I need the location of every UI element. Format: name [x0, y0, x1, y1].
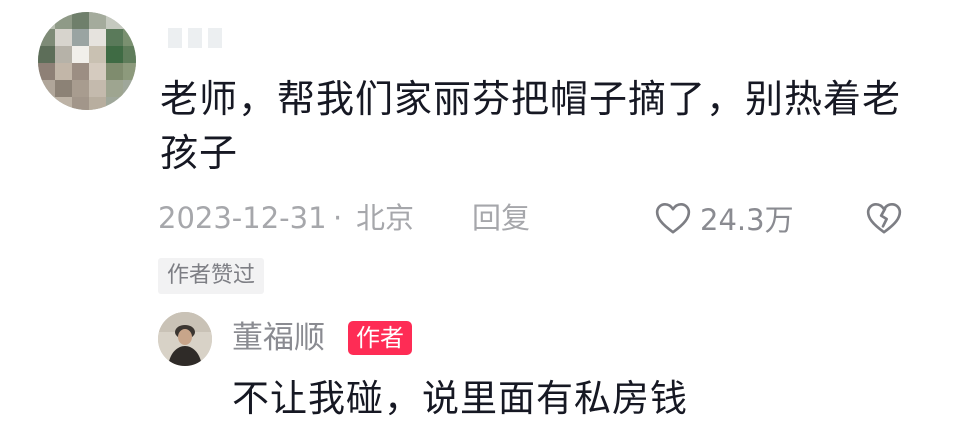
comment-date: 2023-12-31 [158, 201, 327, 235]
reply-text: 不让我碰，说里面有私房钱 [232, 377, 688, 420]
avatar-portrait-image [158, 312, 212, 366]
commenter-avatar[interactable] [38, 12, 136, 110]
dislike-button[interactable] [862, 198, 906, 242]
like-count: 24.3万 [700, 203, 794, 237]
heart-outline-icon [655, 203, 691, 234]
meta-separator: · [333, 201, 343, 235]
like-button[interactable]: 24.3万 [652, 197, 794, 239]
commenter-username-blurred[interactable] [168, 28, 226, 50]
author-liked-tag: 作者赞过 [158, 258, 265, 294]
comment-location: 北京 [356, 201, 415, 235]
reply-author-avatar[interactable] [158, 312, 212, 366]
author-badge: 作者 [348, 321, 412, 355]
comment-text: 老师，帮我们家丽芬把帽子摘了，别热着老孩子 [160, 77, 902, 175]
reply-author-name[interactable]: 董福顺 [232, 318, 325, 358]
reply-button[interactable]: 回复 [472, 200, 530, 236]
broken-heart-icon [866, 203, 902, 234]
